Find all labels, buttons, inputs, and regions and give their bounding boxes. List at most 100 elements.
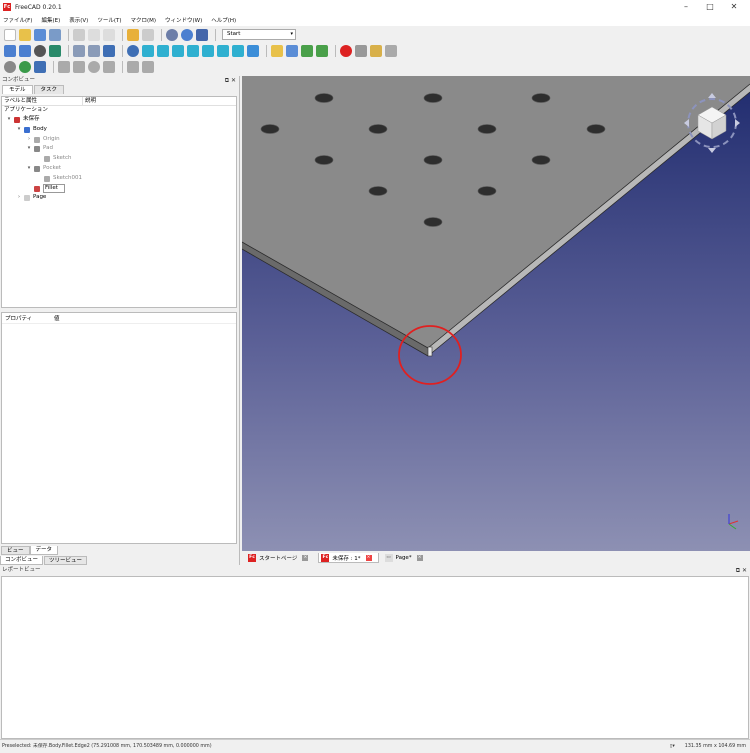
- panel-float-close-icon[interactable]: ⧉ ✕: [225, 76, 236, 85]
- fillet-edge[interactable]: [427, 346, 433, 357]
- nav-cube-arrow-right-icon[interactable]: [735, 119, 740, 127]
- web-home-icon[interactable]: [19, 60, 31, 73]
- tree-expander-icon[interactable]: ▾: [6, 115, 12, 125]
- bounding-box-icon[interactable]: [49, 44, 61, 57]
- tab-unsaved-document[interactable]: Fc 未保存 : 1* ×: [318, 553, 379, 563]
- hole[interactable]: [314, 93, 334, 103]
- macro-record-icon[interactable]: [340, 44, 352, 57]
- web-refresh-icon[interactable]: [88, 60, 100, 73]
- close-icon[interactable]: ×: [302, 555, 309, 561]
- stop-navigation-icon[interactable]: [4, 60, 16, 73]
- web-back-icon[interactable]: [58, 60, 70, 73]
- fit-selection-icon[interactable]: [19, 44, 31, 57]
- group-icon[interactable]: [286, 44, 298, 57]
- maximize-button[interactable]: □: [698, 0, 722, 14]
- hole[interactable]: [423, 155, 443, 165]
- open-file-icon[interactable]: [19, 28, 31, 41]
- view-rear-icon[interactable]: [202, 44, 214, 57]
- menu-file[interactable]: ファイル(F): [3, 16, 32, 24]
- save-icon[interactable]: [34, 28, 46, 41]
- tab-start-page[interactable]: Fc スタートページ ×: [246, 553, 314, 563]
- tree-item-fillet[interactable]: Fillet: [2, 183, 236, 194]
- 3d-viewport[interactable]: [242, 76, 750, 551]
- workbench-select[interactable]: Start ▾: [222, 29, 296, 40]
- measure-icon[interactable]: [247, 44, 259, 57]
- copy-icon[interactable]: [88, 28, 100, 41]
- paste-icon[interactable]: [103, 28, 115, 41]
- tree-item-[interactable]: ▾ 未保存: [2, 115, 236, 125]
- tree-item-page[interactable]: › Page: [2, 193, 236, 203]
- redo-icon[interactable]: [142, 28, 154, 41]
- tree-item-origin[interactable]: › Origin: [2, 135, 236, 145]
- tab-view[interactable]: ビュー: [1, 546, 30, 555]
- macro-play-icon[interactable]: [385, 44, 397, 57]
- tree-expander-icon[interactable]: ▾: [16, 125, 22, 135]
- view-right-icon[interactable]: [187, 44, 199, 57]
- view-top-icon[interactable]: [172, 44, 184, 57]
- tab-data[interactable]: データ: [29, 546, 59, 555]
- close-icon[interactable]: ×: [365, 554, 372, 561]
- tab-tasks[interactable]: タスク: [33, 85, 65, 94]
- hole[interactable]: [423, 93, 443, 103]
- tree-item-selected-label[interactable]: Fillet: [43, 183, 65, 193]
- tree-expander-icon[interactable]: ›: [26, 135, 32, 145]
- menu-macro[interactable]: マクロ(M): [130, 16, 156, 24]
- zoom-in-icon[interactable]: [127, 60, 139, 73]
- property-column-name[interactable]: プロパティ: [2, 315, 52, 323]
- viewport-scene[interactable]: [242, 76, 750, 551]
- zoom-out-icon[interactable]: [142, 60, 154, 73]
- draw-style-icon[interactable]: [34, 44, 46, 57]
- hole[interactable]: [368, 186, 388, 196]
- view-bottom-icon[interactable]: [217, 44, 229, 57]
- tree-item-body[interactable]: ▾ Body: [2, 125, 236, 135]
- hole[interactable]: [531, 93, 551, 103]
- whats-this-icon[interactable]: [196, 28, 208, 41]
- tab-model[interactable]: モデル: [2, 85, 33, 94]
- new-file-icon[interactable]: [4, 28, 16, 41]
- link-actions-icon[interactable]: [316, 44, 328, 57]
- part-icon[interactable]: [271, 44, 283, 57]
- tree-expander-icon[interactable]: ▾: [26, 144, 32, 154]
- tab-tree-view[interactable]: ツリービュー: [44, 556, 88, 565]
- macro-stop-icon[interactable]: [355, 44, 367, 57]
- tree-item-pad[interactable]: ▾ Pad: [2, 144, 236, 154]
- refresh-icon[interactable]: [181, 28, 193, 41]
- tree-column-label[interactable]: ラベルと属性: [2, 97, 82, 105]
- hole[interactable]: [368, 124, 388, 134]
- report-view-output[interactable]: [1, 576, 749, 739]
- link-icon[interactable]: [301, 44, 313, 57]
- close-button[interactable]: ✕: [722, 0, 746, 14]
- tree-item-sketch[interactable]: Sketch: [2, 154, 236, 164]
- tree-expander-icon[interactable]: ›: [16, 193, 22, 203]
- fit-all-icon[interactable]: [4, 44, 16, 57]
- minimize-button[interactable]: –: [674, 0, 698, 14]
- hole[interactable]: [477, 186, 497, 196]
- view-front-icon[interactable]: [157, 44, 169, 57]
- tab-combo-view[interactable]: コンボビュー: [0, 556, 44, 565]
- close-icon[interactable]: ×: [416, 555, 423, 561]
- nav-cube-arrow-down-icon[interactable]: [708, 148, 716, 153]
- web-next-icon[interactable]: [73, 60, 85, 73]
- menu-help[interactable]: ヘルプ(H): [211, 16, 236, 24]
- plate-top-face[interactable]: [242, 76, 750, 348]
- web-stop-icon[interactable]: [103, 60, 115, 73]
- hole[interactable]: [314, 155, 334, 165]
- box-select-icon[interactable]: [166, 28, 178, 41]
- hole[interactable]: [477, 124, 497, 134]
- hole[interactable]: [531, 155, 551, 165]
- web-forward-icon[interactable]: [34, 60, 46, 73]
- menu-tools[interactable]: ツール(T): [97, 16, 121, 24]
- workbench-icon[interactable]: [103, 44, 115, 57]
- macro-edit-icon[interactable]: [370, 44, 382, 57]
- undo-icon[interactable]: [127, 28, 139, 41]
- print-icon[interactable]: [49, 28, 61, 41]
- back-arrow-icon[interactable]: [73, 44, 85, 57]
- menu-view[interactable]: 表示(V): [69, 16, 88, 24]
- property-column-value[interactable]: 値: [52, 315, 60, 323]
- menu-edit[interactable]: 編集(E): [41, 16, 60, 24]
- tree-column-description[interactable]: 説明: [82, 97, 130, 105]
- panel-float-close-icon[interactable]: ⧉ ✕: [736, 566, 747, 575]
- navigation-style-icon[interactable]: ▯▾: [670, 740, 675, 753]
- forward-arrow-icon[interactable]: [88, 44, 100, 57]
- tree-item-sketch001[interactable]: Sketch001: [2, 174, 236, 184]
